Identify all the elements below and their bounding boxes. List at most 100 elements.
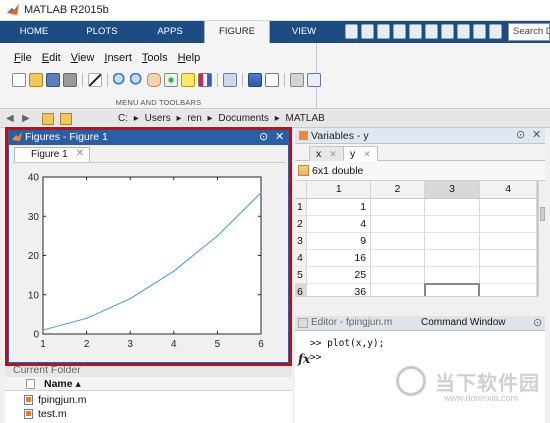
row-header[interactable]: 4 — [295, 249, 308, 267]
table-cell[interactable] — [479, 266, 537, 284]
column-header[interactable]: 1 — [306, 181, 372, 199]
data-cursor-icon[interactable] — [181, 73, 195, 87]
table-cell[interactable] — [370, 215, 425, 233]
close-icon[interactable]: ✕ — [532, 129, 541, 142]
table-cell[interactable] — [424, 266, 481, 284]
up-folder-icon[interactable] — [42, 113, 54, 125]
tab-figure[interactable]: FIGURE — [204, 21, 270, 43]
close-tab-icon[interactable]: ✕ — [363, 149, 371, 159]
table-cell[interactable] — [424, 215, 481, 233]
file-name[interactable]: test.m — [38, 408, 67, 420]
row-header[interactable]: 3 — [295, 232, 308, 250]
menu-insert[interactable]: Insert — [104, 52, 132, 64]
open-file-icon[interactable] — [29, 73, 43, 87]
row-header[interactable]: 5 — [295, 266, 308, 284]
rotate-3d-icon[interactable] — [164, 73, 178, 87]
table-cell[interactable]: 4 — [306, 215, 372, 233]
link-plot-icon[interactable] — [223, 73, 237, 87]
folder-column-header[interactable]: Name ▴ — [5, 377, 292, 391]
search-documentation-input[interactable]: Search D — [508, 23, 550, 41]
redo-quick-icon[interactable] — [425, 24, 438, 39]
breadcrumb-drive[interactable]: C: — [118, 113, 128, 124]
breadcrumb-users[interactable]: Users — [145, 113, 171, 124]
table-cell[interactable] — [370, 283, 425, 296]
hide-plot-tools-icon[interactable] — [290, 73, 304, 87]
function-browser-icon[interactable]: fx — [298, 352, 310, 366]
pan-hand-icon[interactable] — [147, 73, 161, 87]
brush-icon[interactable] — [198, 73, 212, 87]
undo-quick-icon[interactable] — [409, 24, 422, 39]
table-cell[interactable] — [479, 232, 537, 250]
panel-actions-icon[interactable]: ⊙ — [516, 129, 525, 142]
close-tab-icon[interactable]: ✕ — [329, 149, 337, 159]
cut-quick-icon[interactable] — [361, 24, 374, 39]
file-name[interactable]: fpingjun.m — [38, 394, 86, 406]
table-cell[interactable] — [424, 249, 481, 267]
browse-folder-icon[interactable] — [60, 113, 72, 125]
panel-actions-icon[interactable]: ⊙ — [533, 316, 542, 329]
legend-icon[interactable] — [265, 73, 279, 87]
table-cell[interactable] — [479, 283, 537, 296]
table-cell[interactable] — [370, 232, 425, 250]
table-cell[interactable] — [370, 198, 425, 216]
print-figure-icon[interactable] — [63, 73, 77, 87]
table-cell[interactable] — [479, 215, 537, 233]
table-cell[interactable]: 1 — [306, 198, 372, 216]
horizontal-scrollbar[interactable] — [295, 296, 538, 304]
row-header[interactable]: 2 — [295, 215, 308, 233]
save-figure-icon[interactable] — [46, 73, 60, 87]
save-quick-icon[interactable] — [345, 24, 358, 39]
table-cell[interactable]: 9 — [306, 232, 372, 250]
copy-quick-icon[interactable] — [377, 24, 390, 39]
edit-plot-arrow-icon[interactable] — [88, 73, 102, 87]
breadcrumb-ren[interactable]: ren — [187, 113, 201, 124]
table-cell[interactable] — [424, 232, 481, 250]
paste-quick-icon[interactable] — [393, 24, 406, 39]
table-cell[interactable] — [370, 266, 425, 284]
table-cell[interactable]: 25 — [306, 266, 372, 284]
tab-home[interactable]: HOME — [6, 21, 62, 43]
switch-windows-icon[interactable] — [441, 24, 454, 39]
colorbar-icon[interactable] — [248, 73, 262, 87]
table-cell[interactable] — [370, 249, 425, 267]
tab-plots[interactable]: PLOTS — [72, 21, 132, 43]
back-arrow-icon[interactable]: ◀ — [6, 113, 16, 125]
tab-command-window[interactable]: Command Window — [421, 317, 505, 328]
new-figure-icon[interactable] — [12, 73, 26, 87]
show-plot-tools-icon[interactable] — [307, 73, 321, 87]
table-cell[interactable] — [479, 198, 537, 216]
command-prompt[interactable]: >> — [310, 352, 321, 363]
tab-editor[interactable]: Editor - fpingjun.m — [311, 317, 392, 328]
zoom-out-icon[interactable] — [130, 73, 144, 87]
zoom-in-icon[interactable] — [113, 73, 127, 87]
table-cell[interactable] — [479, 249, 537, 267]
help-quick-icon[interactable] — [457, 24, 470, 39]
row-header[interactable]: 1 — [295, 198, 308, 216]
variable-grid[interactable]: 1 2 3 4 1 1 2 4 3 9 4 16 5 25 6 36 — [295, 181, 538, 296]
scrollbar-thumb[interactable] — [540, 207, 545, 221]
table-cell[interactable]: 36 — [306, 283, 372, 296]
tab-view[interactable]: VIEW — [276, 21, 332, 43]
menu-tools[interactable]: Tools — [142, 52, 168, 64]
menu-help[interactable]: Help — [178, 52, 201, 64]
menu-file[interactable]: File — [14, 52, 32, 64]
menu-view[interactable]: View — [71, 52, 95, 64]
help-question-icon[interactable] — [489, 24, 502, 39]
column-header[interactable]: 2 — [370, 181, 425, 199]
breadcrumb-documents[interactable]: Documents — [218, 113, 269, 124]
row-header[interactable]: 6 — [295, 283, 308, 296]
layout-quick-icon[interactable] — [473, 24, 486, 39]
tab-apps[interactable]: APPS — [140, 21, 200, 43]
vertical-scrollbar[interactable] — [538, 181, 545, 296]
breadcrumb-matlab[interactable]: MATLAB — [286, 113, 325, 124]
table-cell[interactable]: 16 — [306, 249, 372, 267]
list-item[interactable]: fpingjun.m — [24, 394, 86, 406]
corner-cell[interactable] — [295, 181, 308, 199]
column-header[interactable]: 3 — [424, 181, 481, 199]
menu-edit[interactable]: Edit — [42, 52, 61, 64]
column-header[interactable]: 4 — [479, 181, 537, 199]
tab-variable-x[interactable]: x ✕ — [309, 146, 344, 161]
list-item[interactable]: test.m — [24, 408, 67, 420]
table-cell[interactable] — [424, 198, 481, 216]
forward-arrow-icon[interactable]: ▶ — [22, 113, 32, 125]
